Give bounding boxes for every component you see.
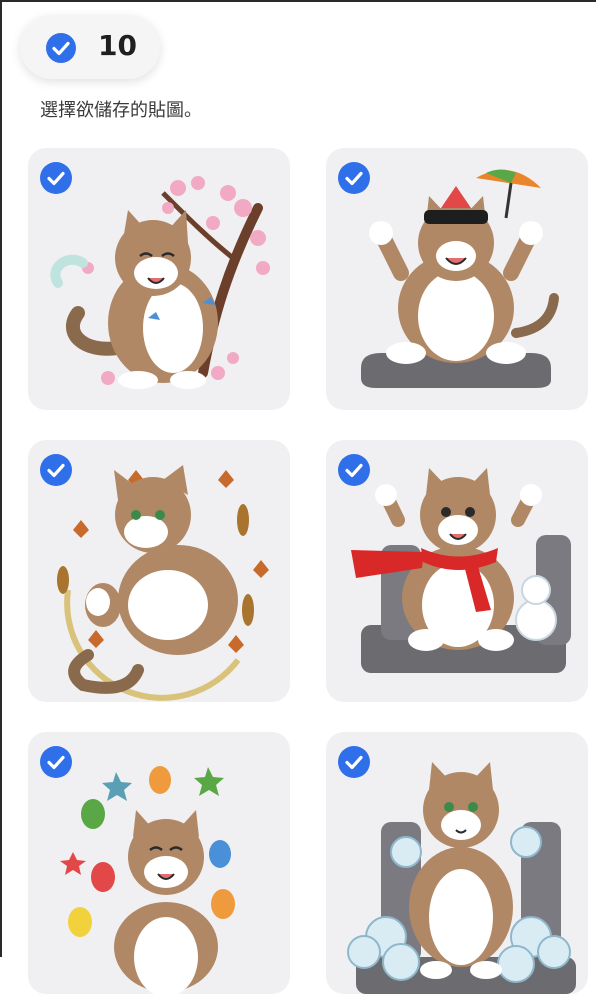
selected-count: 10: [98, 29, 137, 62]
checkmark-icon[interactable]: [40, 746, 72, 778]
instruction-text: 選擇欲儲存的貼圖。: [40, 100, 202, 121]
checkmark-icon: [46, 33, 76, 63]
checkmark-icon[interactable]: [40, 162, 72, 194]
window-top-border: [0, 0, 596, 2]
checkmark-icon[interactable]: [338, 746, 370, 778]
sticker-card-2[interactable]: [326, 148, 588, 410]
sticker-card-6[interactable]: [326, 732, 588, 994]
checkmark-icon[interactable]: [40, 454, 72, 486]
sticker-card-3[interactable]: [28, 440, 290, 702]
sticker-card-4[interactable]: [326, 440, 588, 702]
sticker-card-5[interactable]: [28, 732, 290, 994]
checkmark-icon[interactable]: [338, 162, 370, 194]
checkmark-icon[interactable]: [338, 454, 370, 486]
selected-count-pill[interactable]: 10: [20, 15, 160, 79]
sticker-card-1[interactable]: [28, 148, 290, 410]
window-left-border: [0, 0, 2, 957]
